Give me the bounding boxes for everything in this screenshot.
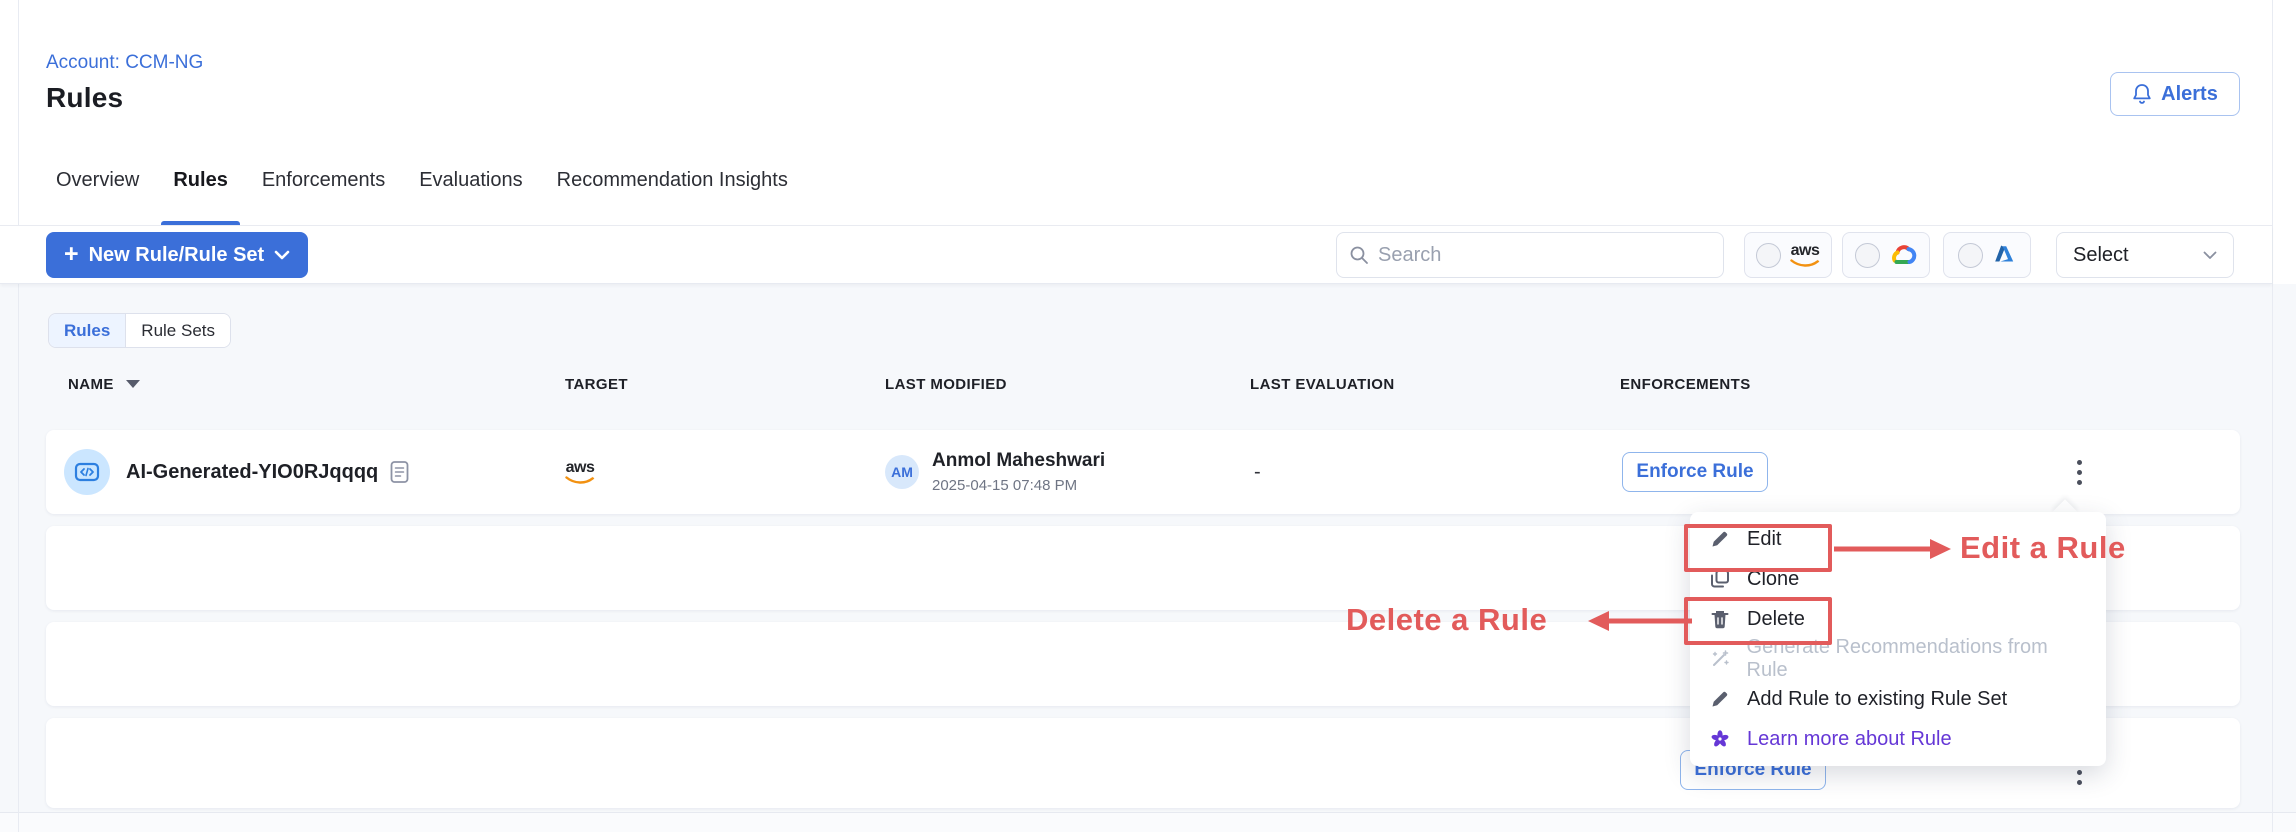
menu-item-learn-more[interactable]: Learn more about Rule (1690, 719, 2106, 759)
annotation-box-delete (1684, 597, 1832, 645)
rule-name-cell: AI-Generated-YIO0RJqqqq (126, 430, 409, 514)
bell-icon (2132, 83, 2152, 105)
sparkle-wand-icon (1708, 649, 1732, 669)
tab-bar: Overview Rules Enforcements Evaluations … (0, 136, 2272, 226)
alerts-button[interactable]: Alerts (2110, 72, 2240, 116)
last-modified-cell: AM Anmol Maheshwari 2025-04-15 07:48 PM (885, 430, 1105, 514)
annotation-label-edit: Edit a Rule (1960, 530, 2126, 566)
right-edge-divider (2272, 0, 2273, 832)
ccm-rules-page: Account: CCM-NG Rules Alerts Overview Ru… (0, 0, 2296, 832)
plus-icon: + (64, 242, 79, 267)
rule-avatar (64, 449, 110, 495)
pencil-icon (1708, 689, 1732, 709)
breadcrumb-account-link[interactable]: Account: CCM-NG (46, 52, 203, 74)
search-icon (1349, 245, 1369, 265)
enforce-rule-button[interactable]: Enforce Rule (1622, 452, 1768, 492)
provider-filter-azure[interactable] (1943, 232, 2031, 278)
tab-rules[interactable]: Rules (173, 136, 227, 225)
chevron-down-icon (274, 250, 290, 260)
aws-logo: aws (565, 460, 595, 485)
provider-filter-aws[interactable]: aws (1744, 232, 1832, 278)
gcp-logo (1889, 244, 1917, 266)
page-title: Rules (46, 82, 123, 114)
select-dropdown[interactable]: Select (2056, 232, 2234, 278)
alerts-button-label: Alerts (2161, 83, 2218, 106)
rule-target-cell: aws (565, 430, 595, 514)
left-edge-divider (18, 0, 19, 832)
sort-desc-icon (126, 380, 140, 388)
tab-recommendation-insights[interactable]: Recommendation Insights (557, 136, 788, 225)
view-toggle: Rules Rule Sets (48, 313, 231, 348)
provider-filter-gcp[interactable] (1842, 232, 1930, 278)
modified-by-name: Anmol Maheshwari (932, 450, 1105, 472)
gcp-radio[interactable] (1855, 243, 1880, 268)
user-avatar: AM (885, 455, 919, 489)
tab-enforcements[interactable]: Enforcements (262, 136, 385, 225)
menu-item-generate-recommendations: Generate Recommendations from Rule (1690, 639, 2106, 679)
kebab-menu-icon[interactable] (2066, 452, 2092, 492)
column-header-target: TARGET (565, 376, 628, 393)
last-evaluation-cell: - (1254, 430, 1261, 514)
tab-evaluations[interactable]: Evaluations (419, 136, 522, 225)
column-header-last-modified: LAST MODIFIED (885, 376, 1007, 393)
aws-logo: aws (1790, 243, 1820, 268)
search-input[interactable] (1378, 244, 1711, 267)
new-rule-button[interactable]: + New Rule/Rule Set (46, 232, 308, 278)
select-dropdown-value: Select (2073, 244, 2129, 267)
aws-radio[interactable] (1756, 243, 1781, 268)
table-row[interactable]: AI-Generated-YIO0RJqqqq aws AM Anmol Mah… (46, 430, 2240, 514)
search-box (1336, 232, 1724, 278)
annotation-box-edit (1684, 524, 1832, 572)
annotation-label-delete: Delete a Rule (1346, 602, 1547, 638)
new-rule-button-label: New Rule/Rule Set (89, 244, 265, 267)
content-bottom-strip (0, 812, 2296, 832)
azure-logo (1992, 244, 2016, 266)
azure-radio[interactable] (1958, 243, 1983, 268)
modified-timestamp: 2025-04-15 07:48 PM (932, 477, 1105, 494)
annotation-arrow-edit (1834, 536, 1952, 562)
view-toggle-rule-sets[interactable]: Rule Sets (126, 314, 230, 347)
column-header-enforcements: ENFORCEMENTS (1620, 376, 1751, 393)
rule-name[interactable]: AI-Generated-YIO0RJqqqq (126, 461, 378, 484)
toolbar: + New Rule/Rule Set aws (0, 226, 2272, 284)
clone-icon (1708, 569, 1732, 589)
view-toggle-rules[interactable]: Rules (49, 314, 126, 347)
chevron-down-icon (2203, 251, 2217, 260)
menu-item-add-to-rule-set[interactable]: Add Rule to existing Rule Set (1690, 679, 2106, 719)
ai-code-icon (73, 460, 101, 484)
annotation-arrow-delete (1588, 608, 1692, 634)
column-header-name[interactable]: NAME (68, 376, 140, 393)
copy-icon[interactable] (390, 460, 409, 484)
column-header-last-evaluation: LAST EVALUATION (1250, 376, 1395, 393)
aida-flower-icon (1708, 729, 1732, 749)
tab-overview[interactable]: Overview (56, 136, 139, 225)
